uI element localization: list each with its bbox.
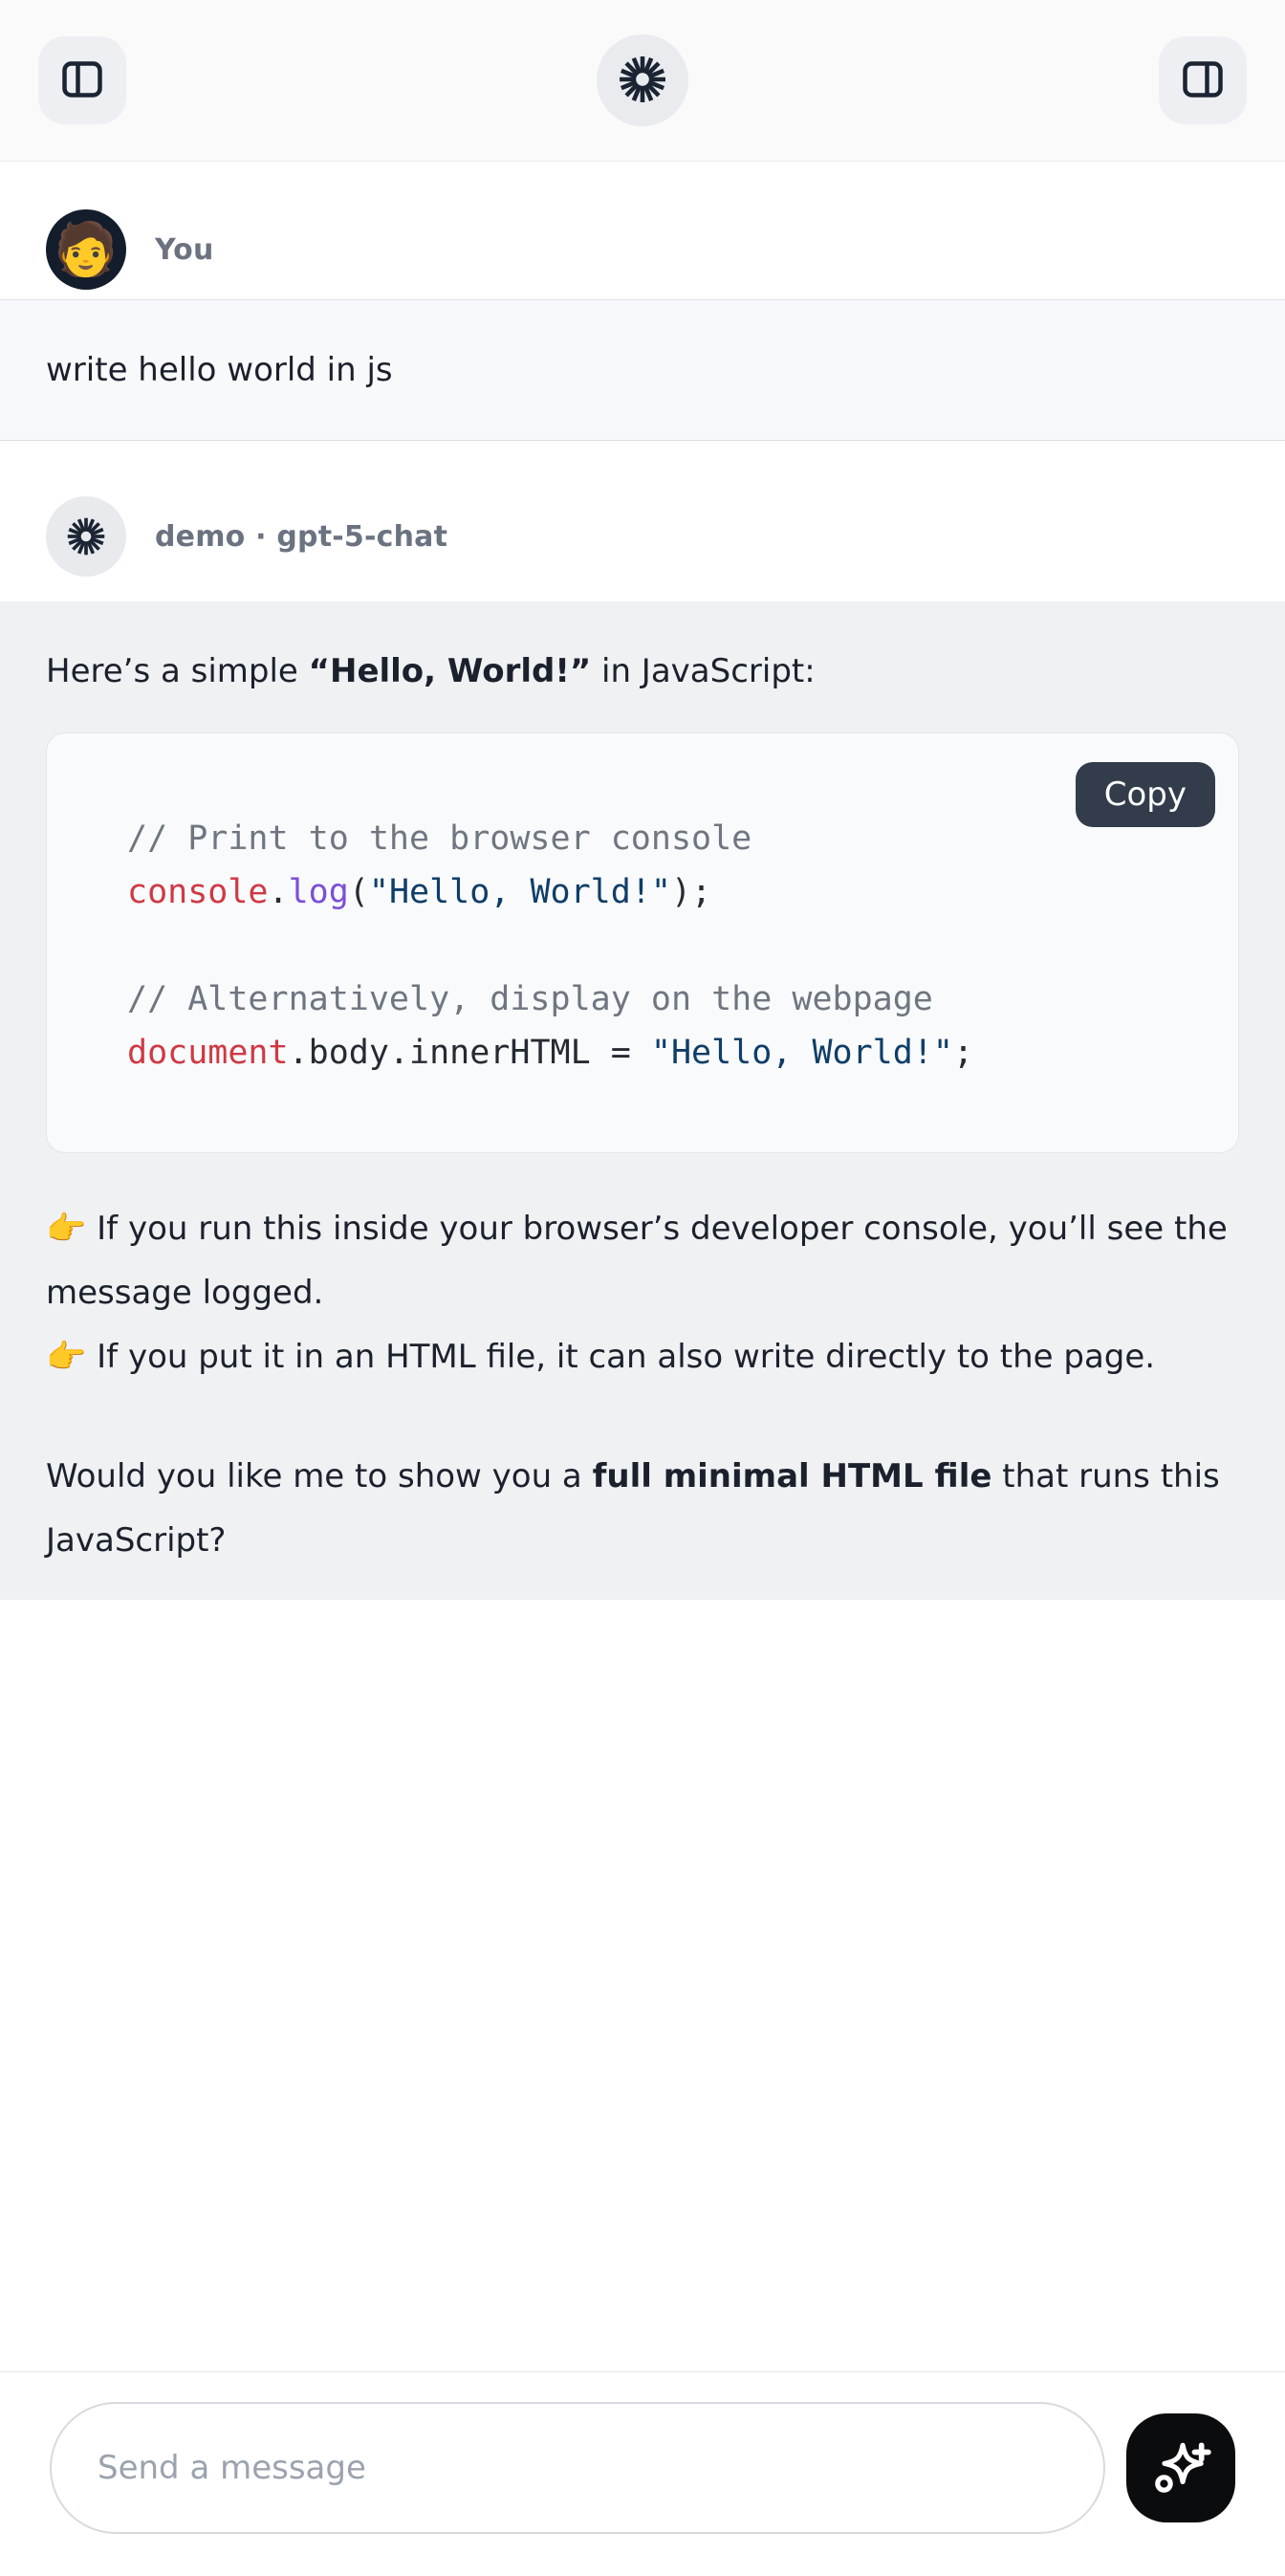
assistant-author-row: demo · gpt-5-chat — [0, 441, 1285, 601]
person-emoji: 🧑 — [54, 224, 118, 275]
sparkle-plus-icon — [1149, 2436, 1212, 2500]
starburst-logo-icon — [619, 55, 666, 106]
user-message-bubble: write hello world in js — [0, 299, 1285, 441]
app-logo-button[interactable] — [597, 34, 688, 126]
empty-scroll-area — [0, 1600, 1285, 2371]
starburst-avatar-icon — [66, 516, 106, 557]
user-message-text: write hello world in js — [46, 351, 393, 389]
panel-right-icon — [1180, 56, 1226, 105]
right-panel-toggle-button[interactable] — [1159, 36, 1247, 124]
user-avatar: 🧑 — [46, 209, 126, 290]
copy-code-button[interactable]: Copy — [1076, 762, 1215, 827]
panel-left-icon — [59, 56, 105, 105]
assistant-intro-text: Here’s a simple “Hello, World!” in JavaS… — [46, 640, 1239, 704]
send-button[interactable] — [1126, 2413, 1235, 2522]
assistant-author-label: demo · gpt-5-chat — [155, 520, 447, 554]
code-content: // Print to the browser consoleconsole.l… — [47, 733, 1238, 1080]
assistant-message-body: Here’s a simple “Hello, World!” in JavaS… — [0, 601, 1285, 1600]
top-bar — [0, 0, 1285, 162]
message-composer-bar — [0, 2371, 1285, 2576]
user-author-label: You — [155, 233, 214, 267]
message-input[interactable] — [50, 2402, 1105, 2534]
assistant-avatar — [46, 496, 126, 577]
sidebar-toggle-button[interactable] — [38, 36, 126, 124]
assistant-followup-text: Would you like me to show you a full min… — [46, 1445, 1239, 1573]
assistant-tips-text: 👉 If you run this inside your browser’s … — [46, 1197, 1239, 1389]
user-author-row: 🧑 You — [0, 162, 1285, 299]
code-block: Copy // Print to the browser consolecons… — [46, 732, 1239, 1153]
